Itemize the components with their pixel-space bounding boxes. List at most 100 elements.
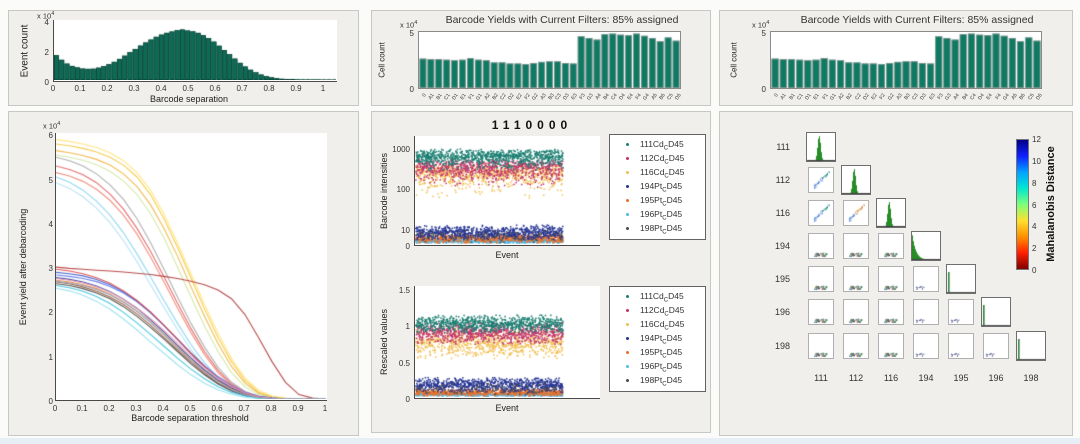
y-axis-exponent: x 104 [43,121,60,131]
debarcoder-dashboard: x 104 Event count Barcode separation 00.… [0,0,1080,444]
matrix-cell-195-194[interactable] [913,266,939,292]
legend-marker-dot [626,323,629,326]
legend-label: 195PtCD45 [640,347,682,360]
x-tick-label: 0.6 [207,84,223,93]
matrix-cell-canvas [844,201,868,225]
barcode-code-title: 1110000 [432,118,632,132]
legend-item: 111CdCD45 [610,290,705,304]
colorbar-tick-label: 4 [1032,222,1048,231]
matrix-cell-198-194[interactable] [913,333,939,359]
matrix-cell-195-112[interactable] [843,266,869,292]
matrix-cell-116-111[interactable] [808,200,834,226]
x-tick-label: 0.6 [209,404,225,413]
barcode-yields-canvas-2[interactable] [771,32,1041,88]
x-tick-label: 0.7 [236,404,252,413]
matrix-cell-196-194[interactable] [913,299,939,325]
y-tick-label: 0.5 [388,359,410,368]
y-tick-label: 0 [35,78,49,87]
legend-item: 116CdCD45 [610,318,705,332]
barcode-intensities-plot[interactable] [414,136,600,246]
legend-label: 196PtCD45 [640,361,682,374]
matrix-cell-194-116[interactable] [878,233,904,259]
legend-marker-dot [626,337,629,340]
chart-title: Barcode Yields with Current Filters: 85%… [427,14,697,26]
matrix-cell-194-111[interactable] [808,233,834,259]
matrix-cell-canvas [949,334,973,358]
colorbar-tick-label: 2 [1032,244,1048,253]
matrix-col-label: 198 [1019,374,1043,383]
matrix-cell-116-112[interactable] [843,200,869,226]
channel-legend-2[interactable]: 111CdCD45112CdCD45116CdCD45194PtCD45195P… [609,286,706,392]
separation-histogram-panel: x 104 Event count Barcode separation 00.… [8,10,359,106]
y-tick-label: 5 [752,29,766,38]
y-tick-label: 4 [39,220,53,229]
y-tick-label: 1.5 [388,286,410,295]
matrix-cell-198-198[interactable] [1016,331,1046,361]
barcode-yields-plot[interactable] [418,31,681,89]
matrix-cell-canvas [914,300,938,324]
legend-item: 112CdCD45 [610,152,705,166]
separation-histogram-plot[interactable] [53,20,337,82]
y-tick-label: 10 [388,226,410,235]
matrix-row-label: 111 [766,143,790,152]
matrix-cell-196-195[interactable] [948,299,974,325]
matrix-cell-196-112[interactable] [843,299,869,325]
separation-histogram-canvas[interactable] [54,20,336,80]
mahalanobis-colorbar [1016,139,1029,270]
matrix-cell-195-111[interactable] [808,266,834,292]
legend-marker-dot [626,379,629,382]
barcode-yields-plot-2[interactable] [770,31,1042,89]
yield-curves-plot[interactable] [55,133,327,401]
y-tick-label: 4 [35,18,49,27]
matrix-row-label: 198 [766,342,790,351]
matrix-cell-195-116[interactable] [878,266,904,292]
matrix-cell-198-195[interactable] [948,333,974,359]
matrix-col-label: 194 [914,374,938,383]
legend-label: 198PtCD45 [640,223,682,236]
rescaled-values-canvas[interactable] [415,286,599,397]
matrix-cell-canvas [809,300,833,324]
legend-item: 198PtCD45 [610,222,705,236]
matrix-cell-198-111[interactable] [808,333,834,359]
matrix-cell-198-116[interactable] [878,333,904,359]
matrix-cell-canvas [947,265,975,293]
y-axis-label: Event yield after debarcoding [18,209,28,326]
matrix-cell-canvas [844,234,868,258]
matrix-cell-116-116[interactable] [876,198,906,228]
colorbar-tick-label: 6 [1032,201,1048,210]
matrix-row-label: 116 [766,209,790,218]
matrix-cell-196-111[interactable] [808,299,834,325]
matrix-cell-111-111[interactable] [806,132,836,162]
rescaled-values-plot[interactable] [414,286,600,399]
matrix-cell-canvas [879,334,903,358]
matrix-cell-112-111[interactable] [808,167,834,193]
channel-legend[interactable]: 111CdCD45112CdCD45116CdCD45194PtCD45195P… [609,134,706,240]
matrix-row-label: 195 [766,275,790,284]
matrix-cell-canvas [844,300,868,324]
window-bottom-strip [0,438,1080,444]
matrix-cell-112-112[interactable] [841,165,871,195]
matrix-cell-196-196[interactable] [981,297,1011,327]
matrix-cell-canvas [844,267,868,291]
x-tick-label: 0.5 [182,404,198,413]
matrix-cell-canvas [914,267,938,291]
matrix-cell-198-196[interactable] [983,333,1009,359]
y-axis-label: Event count [20,25,31,78]
matrix-cell-canvas [879,267,903,291]
legend-item: 116CdCD45 [610,166,705,180]
matrix-cell-196-116[interactable] [878,299,904,325]
y-tick-label: 0 [752,85,766,94]
barcode-yields-panel-2: Barcode Yields with Current Filters: 85%… [719,10,1073,106]
chart-title: Barcode Yields with Current Filters: 85%… [782,14,1052,26]
x-tick-label: 0.4 [153,84,169,93]
x-tick-label: 0.1 [74,404,90,413]
matrix-cell-195-195[interactable] [946,264,976,294]
barcode-intensities-canvas[interactable] [415,136,599,244]
yield-curves-canvas[interactable] [56,133,326,399]
matrix-cell-194-194[interactable] [911,231,941,261]
y-tick-label: 0 [388,395,410,404]
legend-item: 194PtCD45 [610,180,705,194]
matrix-cell-194-112[interactable] [843,233,869,259]
barcode-yields-canvas[interactable] [419,32,680,88]
matrix-cell-198-112[interactable] [843,333,869,359]
